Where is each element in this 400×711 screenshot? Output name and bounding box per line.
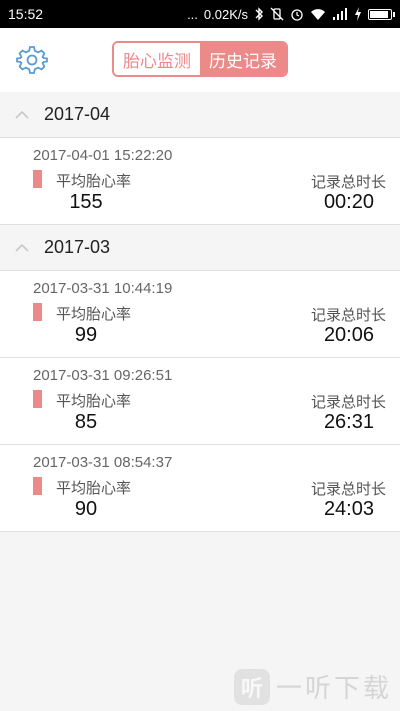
record-datetime: 2017-03-31 10:44:19 [33,280,173,297]
settings-gear-icon[interactable] [16,44,48,76]
chevron-up-icon [0,243,44,252]
charging-icon [354,7,362,21]
avg-heart-rate-value: 85 [74,411,98,433]
alarm-icon [290,7,304,21]
record-item[interactable]: 2017-03-31 10:44:19 平均胎心率 99 记录总时长 20:06 [0,271,400,358]
month-label: 2017-04 [44,104,111,124]
wifi-icon [310,8,326,21]
duration-label: 记录总时长 [310,481,386,498]
tab-history[interactable]: 历史记录 [200,43,286,75]
duration-value: 00:20 [323,191,374,213]
watermark: 听 一听下载 [233,668,392,705]
duration-value: 26:31 [323,411,374,433]
view-segmented-control: 胎心监测 历史记录 [112,41,288,77]
record-datetime: 2017-03-31 09:26:51 [33,367,173,384]
app-header: 胎心监测 历史记录 [0,28,400,93]
status-dots: ... [187,6,198,22]
watermark-text: 一听下载 [275,673,392,703]
record-item[interactable]: 2017-03-31 08:54:37 平均胎心率 90 记录总时长 24:03 [0,445,400,532]
month-header-2017-03[interactable]: 2017-03 [0,225,400,271]
watermark-logo: 听 [233,668,270,705]
duration-value: 20:06 [323,324,374,346]
heart-rate-marker [33,303,42,321]
duration-label: 记录总时长 [310,394,386,411]
record-item[interactable]: 2017-03-31 09:26:51 平均胎心率 85 记录总时长 26:31 [0,358,400,445]
avg-heart-rate-label: 平均胎心率 [56,393,132,410]
vibrate-off-icon [270,7,284,21]
status-time: 15:52 [8,6,44,22]
heart-rate-marker [33,477,42,495]
bluetooth-icon [254,7,264,21]
record-item[interactable]: 2017-04-01 15:22:20 平均胎心率 155 记录总时长 00:2… [0,138,400,225]
status-icons: ... 0.02K/s [187,6,395,22]
avg-heart-rate-value: 99 [74,324,98,346]
heart-rate-marker [33,170,42,188]
avg-heart-rate-value: 155 [69,191,103,213]
duration-label: 记录总时长 [310,307,386,324]
tab-fetal-monitoring[interactable]: 胎心监测 [114,43,200,75]
avg-heart-rate-label: 平均胎心率 [56,480,132,497]
month-header-2017-04[interactable]: 2017-04 [0,92,400,138]
history-list: 2017-04 2017-04-01 15:22:20 平均胎心率 155 记录… [0,92,400,532]
avg-heart-rate-value: 90 [74,498,98,520]
avg-heart-rate-label: 平均胎心率 [56,173,132,190]
duration-value: 24:03 [323,498,374,520]
status-bar: 15:52 ... 0.02K/s [0,0,400,28]
chevron-up-icon [0,110,44,119]
record-datetime: 2017-03-31 08:54:37 [33,454,173,471]
network-speed: 0.02K/s [203,6,248,22]
signal-icon [332,7,348,21]
month-label: 2017-03 [44,237,111,257]
battery-icon [368,8,395,20]
duration-label: 记录总时长 [310,174,386,191]
avg-heart-rate-label: 平均胎心率 [56,306,132,323]
record-datetime: 2017-04-01 15:22:20 [33,147,173,164]
heart-rate-marker [33,390,42,408]
